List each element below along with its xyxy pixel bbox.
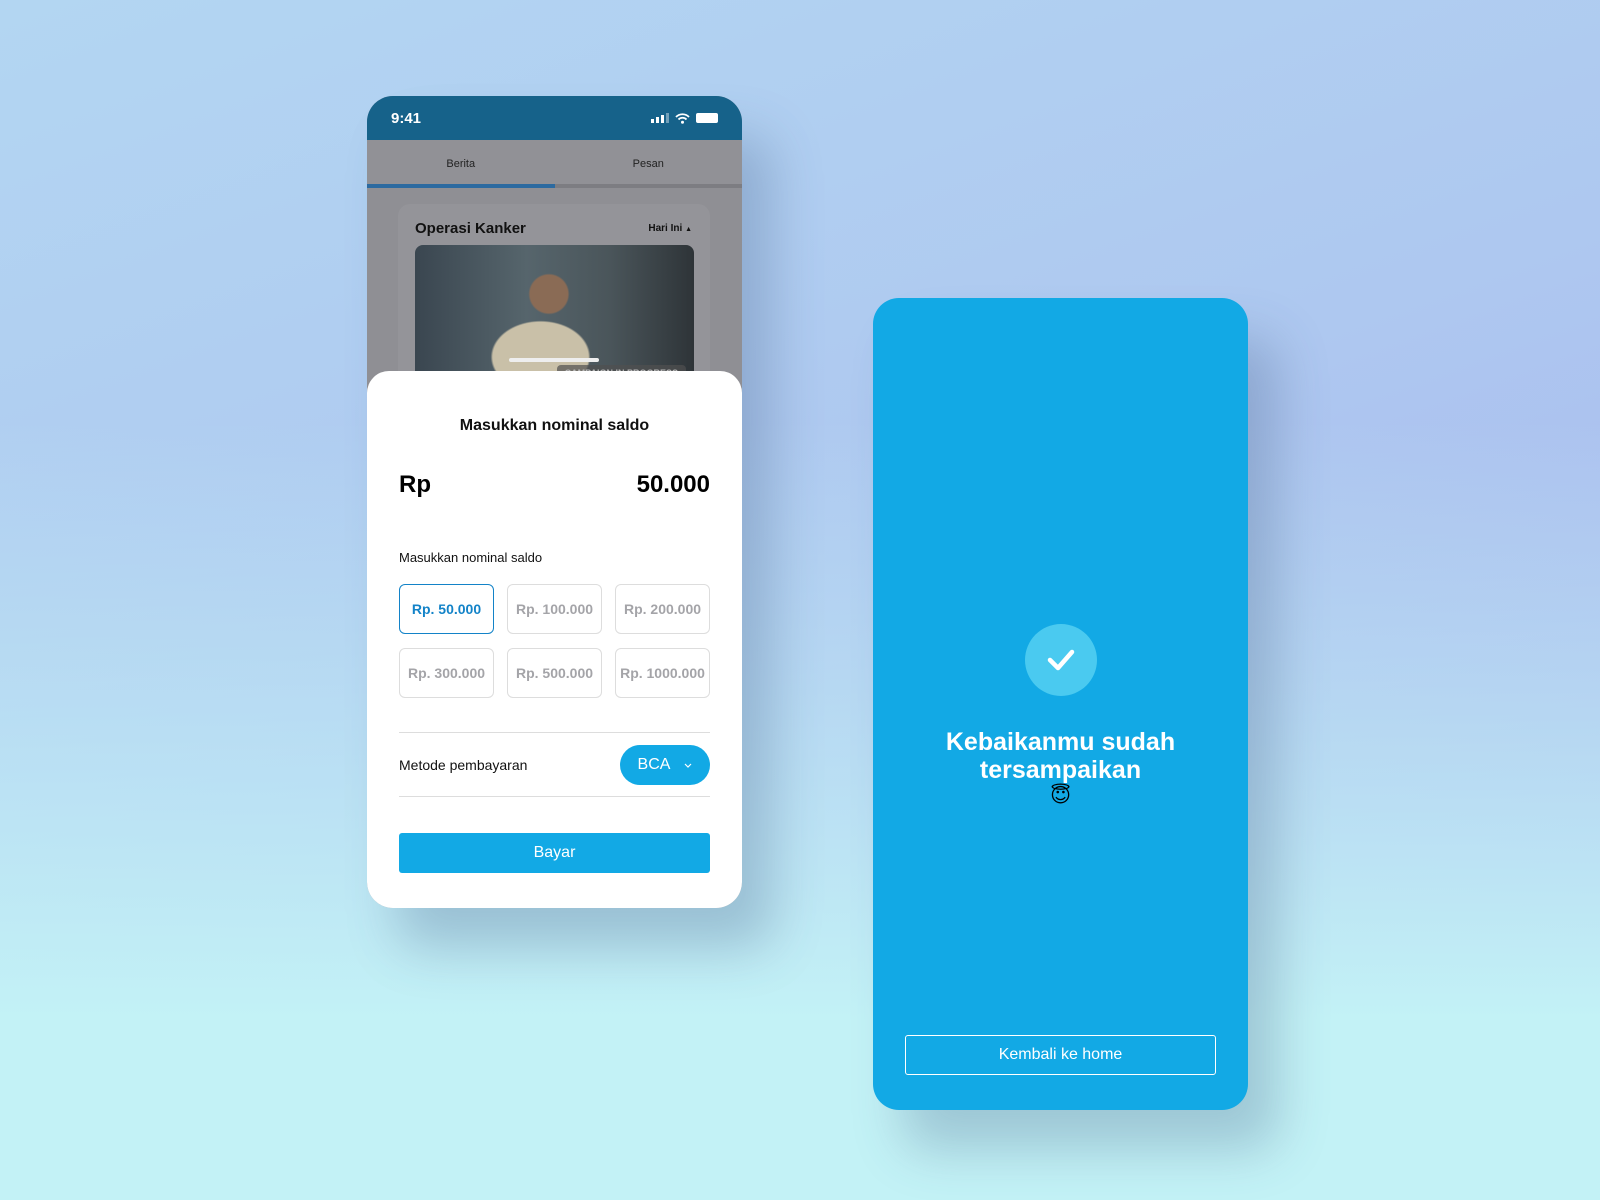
status-time: 9:41: [391, 109, 422, 127]
divider: [399, 796, 710, 797]
amount-option[interactable]: Rp. 300.000: [399, 648, 494, 698]
battery-icon: [696, 113, 718, 123]
success-badge: [1025, 624, 1097, 696]
pay-button[interactable]: Bayar: [399, 833, 710, 873]
amount-option[interactable]: Rp. 50.000: [399, 584, 494, 634]
angel-emoji-icon: 😇: [1050, 785, 1071, 807]
tab-indicator: [367, 184, 742, 188]
campaign-title: Operasi Kanker: [415, 220, 526, 237]
success-phone: Kebaikanmu sudah tersampaikan 😇 Kembali …: [873, 298, 1248, 1110]
options-label: Masukkan nominal saldo: [399, 550, 543, 565]
amount-option[interactable]: Rp. 500.000: [507, 648, 602, 698]
amount-value: 50.000: [636, 471, 710, 498]
status-bar: 9:41: [367, 96, 742, 140]
payment-method-row: Metode pembayaran BCA: [399, 745, 710, 785]
chevron-down-icon: [685, 763, 692, 768]
payment-method-label: Metode pembayaran: [399, 757, 528, 773]
currency-label: Rp: [399, 471, 431, 498]
donation-phone: 9:41 Berita Pesan Operasi Kanker Hari In…: [367, 96, 742, 908]
success-message: Kebaikanmu sudah tersampaikan: [873, 728, 1248, 784]
amount-input[interactable]: Rp 50.000: [399, 471, 710, 499]
back-home-button[interactable]: Kembali ke home: [905, 1035, 1216, 1075]
check-icon: [1047, 649, 1075, 671]
signal-icon: [651, 113, 669, 123]
success-line-2: tersampaikan: [979, 756, 1142, 784]
amount-options: Rp. 50.000 Rp. 100.000 Rp. 200.000 Rp. 3…: [399, 584, 710, 698]
amount-sheet: Masukkan nominal saldo Rp 50.000 Masukka…: [367, 371, 742, 908]
amount-option[interactable]: Rp. 200.000: [615, 584, 710, 634]
caret-up-icon: ▲: [685, 226, 692, 233]
divider: [399, 732, 710, 733]
date-filter[interactable]: Hari Ini ▲: [648, 223, 692, 234]
sheet-handle[interactable]: [509, 358, 599, 362]
payment-method-value: BCA: [637, 756, 671, 773]
tab-pesan[interactable]: Pesan: [555, 140, 743, 188]
sheet-title: Masukkan nominal saldo: [459, 417, 650, 434]
payment-method-select[interactable]: BCA: [620, 745, 710, 785]
date-filter-label: Hari Ini: [648, 223, 683, 234]
tab-berita[interactable]: Berita: [367, 140, 555, 188]
amount-option[interactable]: Rp. 1000.000: [615, 648, 710, 698]
tab-bar: Berita Pesan: [367, 140, 742, 188]
success-line-1: Kebaikanmu sudah: [945, 728, 1176, 756]
amount-option[interactable]: Rp. 100.000: [507, 584, 602, 634]
campaign-photo: CAMPAIGN IN PROGRESS: [415, 245, 694, 385]
wifi-icon: [675, 112, 690, 124]
